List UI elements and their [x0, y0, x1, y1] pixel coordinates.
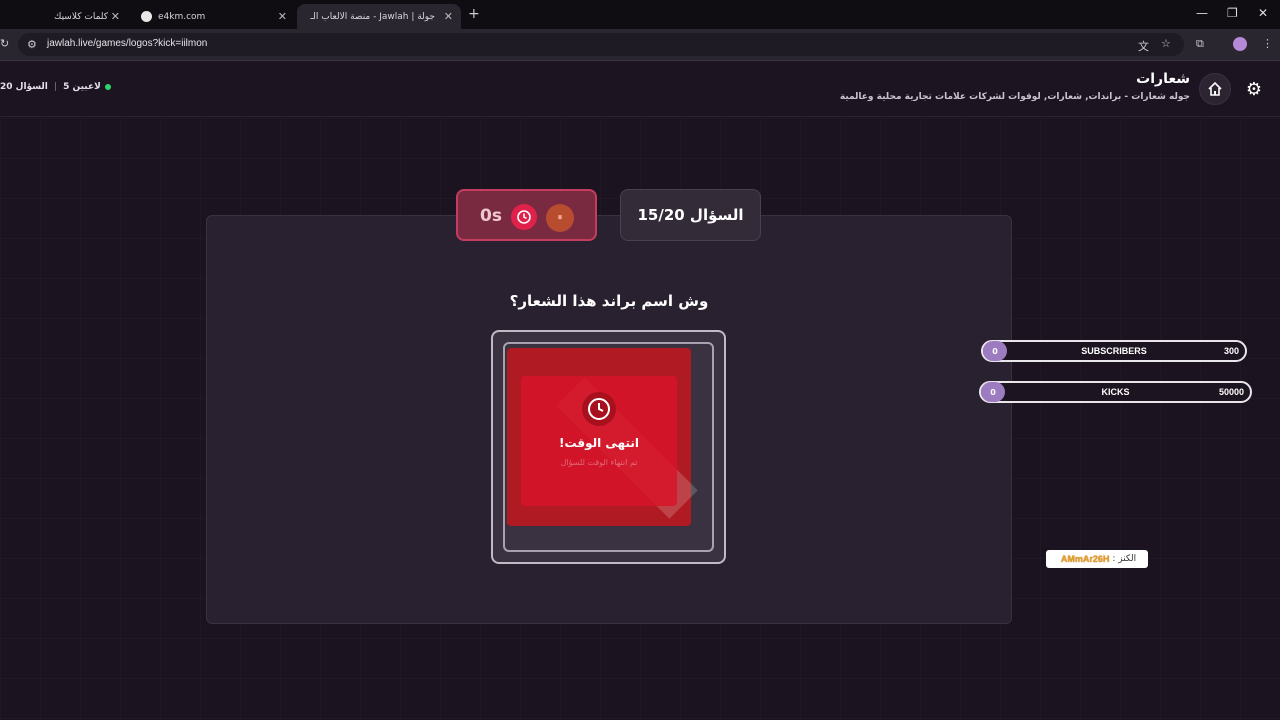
- timer-button[interactable]: [511, 204, 537, 230]
- new-tab-icon[interactable]: +: [468, 6, 480, 22]
- minimize-icon[interactable]: —: [1196, 6, 1208, 20]
- scoreboard-row: 0 SUBSCRIBERS 300: [981, 340, 1247, 362]
- app-header: شعارات جوله شعارات - براندات, شعارات, لو…: [0, 61, 1280, 117]
- logo-frame: انتهى الوقت! تم انتهاء الوقت للسؤال: [491, 330, 726, 564]
- divider: |: [53, 82, 58, 92]
- globe-icon: [141, 11, 152, 22]
- overlay-clock: [582, 392, 616, 426]
- translate-icon[interactable]: 文: [1138, 38, 1149, 54]
- tab-title: جولة | Jawlah - منصة الألعاب الـ: [310, 11, 435, 22]
- online-indicator: [104, 84, 111, 90]
- site-info-icon[interactable]: ⚙: [27, 38, 37, 51]
- team-name: KICKS: [1101, 387, 1130, 397]
- time-up-title: انتهى الوقت!: [559, 436, 639, 450]
- players-count: 5 لاعبين: [63, 82, 101, 92]
- home-button[interactable]: [1199, 73, 1231, 105]
- menu-icon[interactable]: ⋮: [1262, 37, 1273, 50]
- timer-value: 0s: [480, 206, 502, 226]
- close-icon[interactable]: ✕: [278, 10, 287, 23]
- clock-icon: [517, 210, 531, 224]
- url-text: jawlah.live/games/logos?kick=iilmon: [47, 38, 208, 49]
- home-icon: [1208, 81, 1222, 96]
- time-up-subtitle: تم انتهاء الوقت للسؤال: [560, 458, 638, 467]
- browser-tabbar: كلمات كلاسيك ✕ e4km.com ✕ جولة | Jawlah …: [0, 0, 1280, 29]
- question-text: وش اسم براند هذا الشعار؟: [509, 292, 709, 310]
- page-title: شعارات: [1136, 71, 1190, 87]
- streamer-credit: AMmAr26H الكنز :: [1046, 550, 1148, 568]
- star-icon[interactable]: ☆: [1161, 37, 1171, 50]
- tab-title: كلمات كلاسيك: [54, 11, 109, 22]
- browser-toolbar: ↻ ⚙ jawlah.live/games/logos?kick=iilmon …: [0, 29, 1280, 61]
- pause-button[interactable]: ⏸: [546, 204, 574, 232]
- reload-icon[interactable]: ↻: [0, 37, 9, 50]
- browser-tab[interactable]: e4km.com ✕: [131, 4, 295, 29]
- close-icon[interactable]: ✕: [444, 10, 453, 23]
- avatar[interactable]: [1233, 37, 1247, 51]
- question-counter: السؤال 15/20: [620, 189, 761, 241]
- time-up-overlay: انتهى الوقت! تم انتهاء الوقت للسؤال: [521, 376, 677, 506]
- timer-box: 0s ⏸: [456, 189, 597, 241]
- browser-tab-active[interactable]: جولة | Jawlah - منصة الألعاب الـ ✕: [297, 4, 461, 29]
- team-score: 50000: [1218, 387, 1244, 397]
- gear-icon: ⚙: [1245, 78, 1263, 100]
- pause-icon: ⏸: [557, 213, 563, 223]
- restore-icon[interactable]: ❐: [1227, 6, 1238, 20]
- tab-title: e4km.com: [158, 11, 206, 22]
- settings-button[interactable]: ⚙: [1238, 73, 1270, 105]
- credit-label: الكنز :: [1112, 554, 1137, 564]
- status-bar: السؤال 20 | 5 لاعبين: [0, 82, 111, 92]
- question-short: السؤال 20: [0, 82, 48, 92]
- team-score: 300: [1223, 346, 1239, 356]
- close-icon[interactable]: ✕: [111, 10, 120, 23]
- credit-nick: AMmAr26H: [1060, 554, 1110, 564]
- address-bar[interactable]: ⚙ jawlah.live/games/logos?kick=iilmon 文 …: [18, 33, 1184, 56]
- extensions-icon[interactable]: ⧉: [1196, 37, 1204, 51]
- browser-tab[interactable]: كلمات كلاسيك ✕: [0, 4, 128, 29]
- window-close-icon[interactable]: ✕: [1258, 6, 1268, 20]
- page-subtitle: جوله شعارات - براندات, شعارات, لوقوات لش…: [839, 92, 1190, 102]
- clock-icon: [588, 398, 610, 420]
- team-name: SUBSCRIBERS: [1081, 346, 1147, 356]
- scoreboard-row: 0 KICKS 50000: [979, 381, 1252, 403]
